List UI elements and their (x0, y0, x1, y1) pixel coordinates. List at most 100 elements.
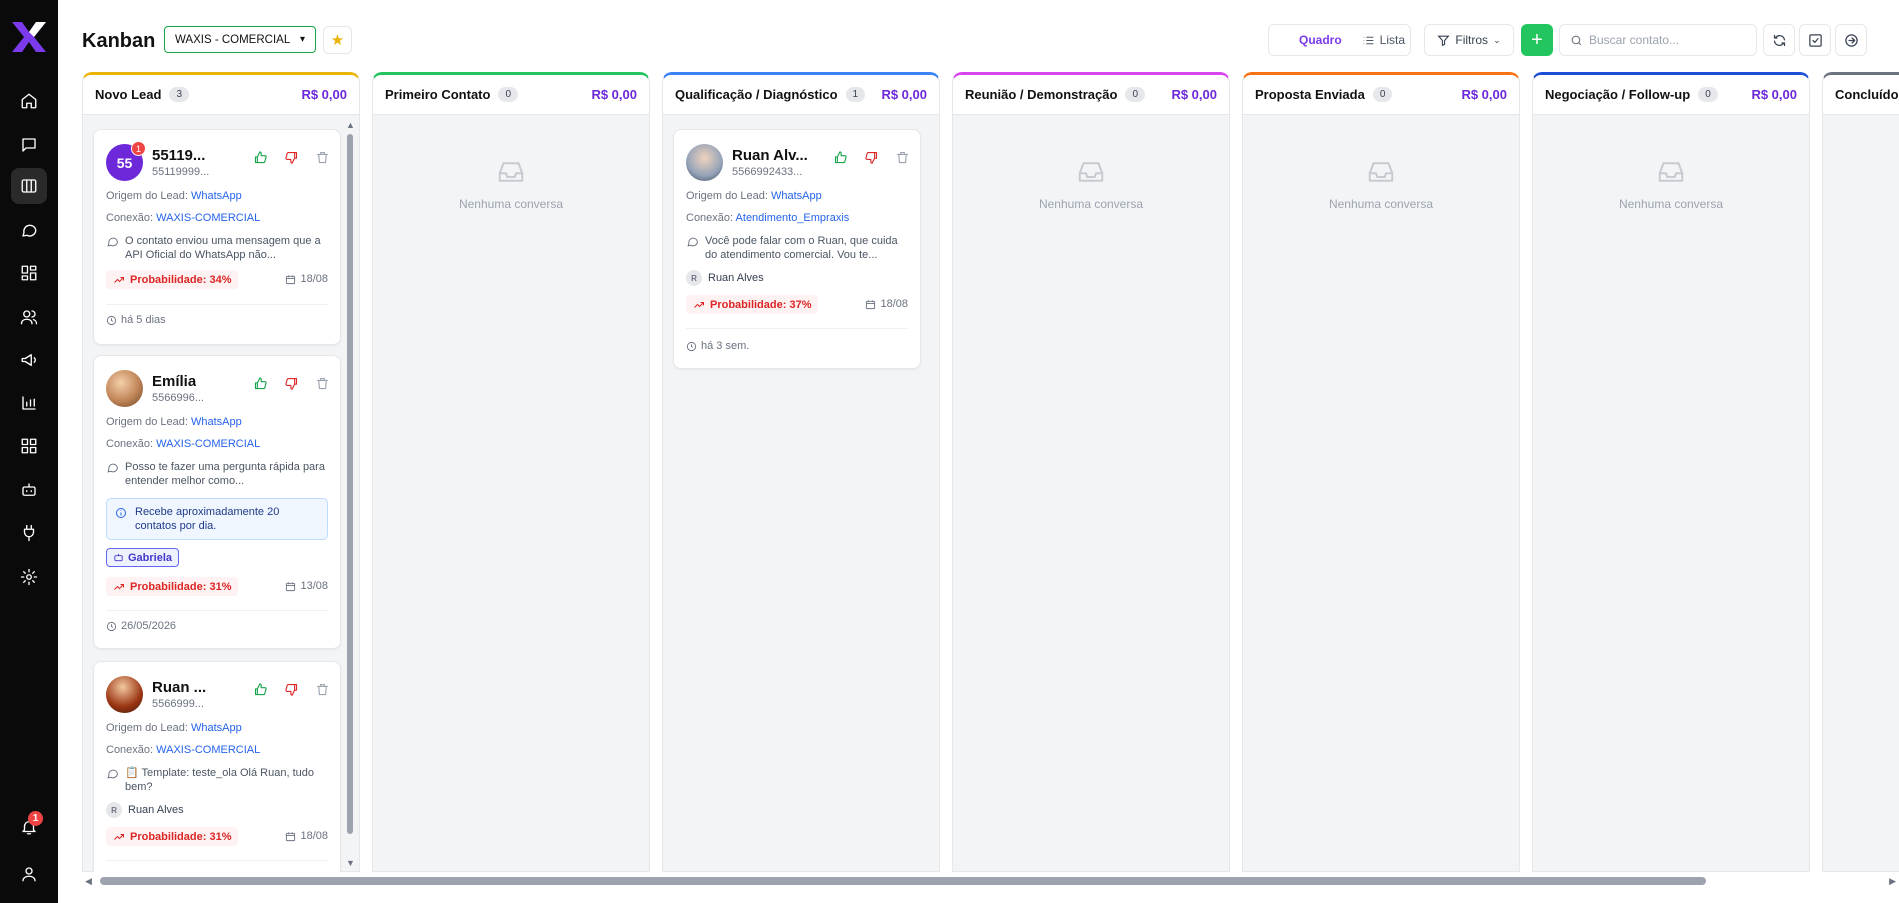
column-title: Reunião / Demonstração (965, 87, 1118, 102)
trash-icon[interactable] (895, 150, 910, 165)
column-title: Concluído (1835, 87, 1899, 102)
empty-state: Nenhuma conversa (1533, 157, 1809, 211)
inbox-icon (1078, 162, 1104, 182)
chat-icon[interactable] (11, 127, 47, 163)
thumbs-up-icon[interactable] (253, 150, 268, 165)
kanban-icon[interactable] (11, 168, 47, 204)
check-square-button[interactable] (1799, 24, 1831, 56)
dashboard-icon[interactable] (11, 255, 47, 291)
search-box (1559, 24, 1757, 56)
arrow-right-circle-icon (1844, 33, 1858, 47)
column-count: 3 (169, 87, 190, 102)
probability-badge: Probabilidade: 37% (686, 295, 819, 314)
filters-button[interactable]: Filtros ⌄ (1424, 24, 1514, 56)
forward-button[interactable] (1835, 24, 1867, 56)
message-icon (107, 237, 118, 247)
bot-icon[interactable] (11, 472, 47, 508)
thumbs-up-icon[interactable] (253, 682, 268, 697)
app-logo[interactable] (9, 20, 49, 54)
contact-name: Ruan Alv... (732, 147, 808, 164)
trash-icon[interactable] (315, 682, 330, 697)
assignee-name: Ruan Alves (128, 804, 184, 816)
contact-phone: 5566999... (152, 698, 204, 710)
megaphone-icon[interactable] (11, 342, 47, 378)
bar-chart-icon[interactable] (11, 385, 47, 421)
empty-state: Nenhuma conversa (953, 157, 1229, 211)
home-icon[interactable] (11, 83, 47, 119)
column-value: R$ 0,00 (1751, 87, 1797, 102)
card-footer-time: há 3 sem. (686, 340, 749, 352)
plug-icon[interactable] (11, 515, 47, 551)
column-header: Qualificação / Diagnóstico 1 R$ 0,00 (663, 75, 939, 115)
add-button[interactable]: + (1521, 24, 1553, 56)
users-icon[interactable] (11, 299, 47, 335)
message-icon (107, 769, 118, 779)
note-box: Recebe aproximadamente 20 contatos por d… (106, 498, 328, 540)
column-header: Proposta Enviada 0 R$ 0,00 (1243, 75, 1519, 115)
settings-icon[interactable] (11, 559, 47, 595)
scroll-down-arrow[interactable]: ▼ (346, 858, 355, 868)
scrollbar-thumb[interactable] (347, 134, 353, 834)
assignee: R Ruan Alves (106, 802, 184, 818)
trending-up-icon (114, 276, 124, 283)
chevron-down-icon: ⌄ (1493, 34, 1501, 45)
scroll-right-arrow[interactable]: ▶ (1889, 876, 1896, 887)
scroll-up-arrow[interactable]: ▲ (346, 120, 355, 130)
column-value: R$ 0,00 (1461, 87, 1507, 102)
column-title: Negociação / Follow-up (1545, 87, 1691, 102)
assignee-tag[interactable]: Gabriela (106, 548, 180, 567)
column-header: Novo Lead 3 R$ 0,00 (83, 75, 359, 115)
probability-badge: Probabilidade: 31% (106, 827, 239, 846)
lead-card[interactable]: Ruan ... 5566999... Origem do Lead: What… (93, 661, 341, 872)
view-board-button[interactable]: Quadro (1269, 25, 1352, 55)
board-scrollbar[interactable]: ◀ ▶ (82, 874, 1899, 888)
thumbs-down-icon[interactable] (864, 150, 879, 165)
thumbs-down-icon[interactable] (284, 150, 299, 165)
view-list-button[interactable]: Lista (1352, 25, 1415, 55)
connection-select[interactable]: WAXIS - COMERCIAL ▾ (164, 26, 316, 53)
scrollbar-thumb[interactable] (100, 877, 1706, 885)
lead-card[interactable]: Ruan Alv... 5566992433... Origem do Lead… (673, 129, 921, 369)
contact-name: Emília (152, 373, 197, 390)
contact-phone: 5566996... (152, 392, 204, 404)
column-value: R$ 0,00 (591, 87, 637, 102)
column-value: R$ 0,00 (1171, 87, 1217, 102)
lead-origin: Origem do Lead: WhatsApp (106, 190, 242, 202)
lead-card[interactable]: Emília 5566996... Origem do Lead: WhatsA… (93, 355, 341, 649)
refresh-button[interactable] (1763, 24, 1795, 56)
apps-icon[interactable] (11, 428, 47, 464)
contact-name: Ruan ... (152, 679, 207, 696)
notifications-bell-icon[interactable]: 1 (11, 809, 47, 845)
search-icon (1571, 35, 1582, 45)
column-header: Reunião / Demonstração 0 R$ 0,00 (953, 75, 1229, 115)
column-title: Primeiro Contato (385, 87, 491, 102)
column-count: 0 (1698, 87, 1718, 102)
search-input[interactable] (1589, 33, 1739, 47)
thumbs-up-icon[interactable] (833, 150, 848, 165)
column-scrollbar[interactable]: ▲ ▼ (345, 120, 355, 868)
thumbs-down-icon[interactable] (284, 682, 299, 697)
column-count: 0 (1125, 87, 1145, 102)
avatar (106, 370, 143, 407)
thumbs-down-icon[interactable] (284, 376, 299, 391)
user-profile-icon[interactable] (11, 856, 47, 892)
column-title: Novo Lead (95, 87, 162, 102)
scroll-left-arrow[interactable]: ◀ (85, 876, 92, 887)
inbox-icon (498, 162, 524, 182)
lead-card[interactable]: 55 1 55119... 55119999... Origem do Lead… (93, 129, 341, 345)
last-message: Posso te fazer uma pergunta rápida para … (106, 460, 330, 488)
last-message: Você pode falar com o Ruan, que cuida do… (686, 234, 910, 262)
thumbs-up-icon[interactable] (253, 376, 268, 391)
sidebar: 1 (0, 0, 58, 903)
column-header: Primeiro Contato 0 R$ 0,00 (373, 75, 649, 115)
trash-icon[interactable] (315, 150, 330, 165)
message-circle-icon[interactable] (11, 212, 47, 248)
trash-icon[interactable] (315, 376, 330, 391)
avatar-initials: 55 (116, 154, 133, 171)
calendar-icon (286, 581, 296, 591)
card-date: 13/08 (285, 580, 328, 592)
lead-connection: Conexão: WAXIS-COMERCIAL (106, 744, 261, 756)
clock-icon (106, 315, 117, 325)
favorite-star-button[interactable]: ★ (323, 26, 352, 54)
column-qualificacao: Qualificação / Diagnóstico 1 R$ 0,00 Rua… (662, 72, 940, 872)
